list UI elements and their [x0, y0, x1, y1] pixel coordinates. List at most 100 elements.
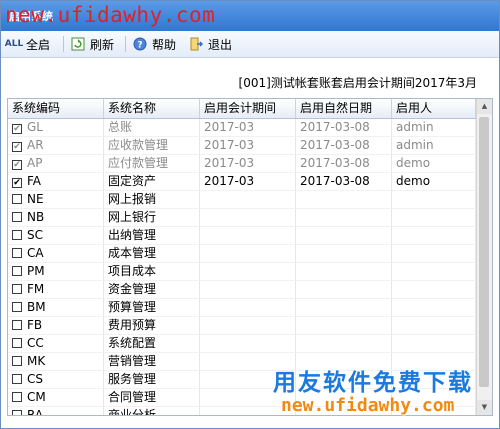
system-code-text: CA [27, 246, 44, 260]
cell-date [296, 281, 392, 298]
cell-date [296, 191, 392, 208]
table-row[interactable]: FB 费用预算 [8, 317, 476, 335]
refresh-label: 刷新 [90, 37, 115, 52]
enable-checkbox[interactable] [12, 338, 22, 348]
cell-period: 2017-03 [200, 155, 296, 172]
enable-checkbox[interactable] [12, 212, 22, 222]
table-row[interactable]: NB 网上银行 [8, 209, 476, 227]
system-code-text: MK [27, 354, 46, 368]
header-enable-date[interactable]: 启用自然日期 [296, 99, 392, 118]
header-enable-user[interactable]: 启用人 [392, 99, 476, 118]
cell-user [392, 191, 476, 208]
cell-code: BM [8, 299, 104, 316]
watermark-top-url: new.ufidawhy.com [5, 3, 216, 27]
cell-code: MK [8, 353, 104, 370]
cell-code: SC [8, 227, 104, 244]
svg-text:?: ? [137, 41, 142, 51]
system-code-text: RA [27, 408, 44, 416]
cell-code: RA [8, 407, 104, 416]
table-row[interactable]: BM 预算管理 [8, 299, 476, 317]
system-code-text: SC [27, 228, 43, 242]
scroll-down-arrow-icon[interactable]: ▼ [477, 400, 492, 415]
cell-name: 总账 [104, 119, 200, 136]
exit-button[interactable]: 退出 [189, 35, 232, 53]
cell-name: 应付款管理 [104, 155, 200, 172]
cell-period [200, 335, 296, 352]
cell-date: 2017-03-08 [296, 119, 392, 136]
select-all-button[interactable]: ALL 全启 [5, 35, 50, 53]
table-row[interactable]: FM 资金管理 [8, 281, 476, 299]
cell-name: 出纳管理 [104, 227, 200, 244]
cell-code: NE [8, 191, 104, 208]
cell-name: 项目成本 [104, 263, 200, 280]
cell-code: CA [8, 245, 104, 262]
cell-code: PM [8, 263, 104, 280]
cell-user [392, 281, 476, 298]
enable-checkbox[interactable] [12, 124, 22, 134]
enable-checkbox[interactable] [12, 248, 22, 258]
cell-name: 商业分析 [104, 407, 200, 415]
enable-checkbox[interactable] [12, 392, 22, 402]
period-info: [001]测试帐套账套启用会计期间2017年3月 [238, 76, 477, 90]
scrollbar-thumb[interactable] [479, 117, 489, 387]
cell-name: 系统配置 [104, 335, 200, 352]
enable-checkbox[interactable] [12, 230, 22, 240]
exit-icon [189, 37, 203, 51]
system-enable-window: 启用系统 new.ufidawhy.com ALL 全启 刷新 ? 帮助 退出 [0, 0, 500, 429]
enable-checkbox[interactable] [12, 374, 22, 384]
watermark-bottom-cn: 用友软件免费下载 [273, 370, 473, 396]
cell-code: FM [8, 281, 104, 298]
enable-checkbox[interactable] [12, 356, 22, 366]
cell-name: 预算管理 [104, 299, 200, 316]
enable-checkbox[interactable] [12, 160, 22, 170]
refresh-button[interactable]: 刷新 [71, 35, 114, 53]
vertical-scrollbar[interactable]: ▲ ▼ [476, 99, 492, 415]
help-icon: ? [133, 37, 147, 51]
enable-checkbox[interactable] [12, 320, 22, 330]
refresh-icon [71, 37, 85, 51]
system-code-text: GL [27, 120, 43, 134]
system-code-text: PM [27, 264, 45, 278]
enable-checkbox[interactable] [12, 302, 22, 312]
enable-checkbox[interactable] [12, 410, 22, 415]
cell-code: FB [8, 317, 104, 334]
system-code-text: FM [27, 282, 45, 296]
enable-checkbox[interactable] [12, 284, 22, 294]
cell-code: AR [8, 137, 104, 154]
table-row[interactable]: AP 应付款管理2017-032017-03-08demo [8, 155, 476, 173]
enable-checkbox[interactable] [12, 194, 22, 204]
toolbar-separator [125, 36, 126, 52]
cell-name: 费用预算 [104, 317, 200, 334]
cell-name: 应收款管理 [104, 137, 200, 154]
table-row[interactable]: AR 应收款管理2017-032017-03-08admin [8, 137, 476, 155]
table-row[interactable]: CC 系统配置 [8, 335, 476, 353]
scroll-up-arrow-icon[interactable]: ▲ [477, 99, 492, 114]
help-button[interactable]: ? 帮助 [133, 35, 176, 53]
cell-name: 服务管理 [104, 371, 200, 388]
cell-period: 2017-03 [200, 137, 296, 154]
cell-date [296, 209, 392, 226]
cell-user: admin [392, 137, 476, 154]
header-system-code[interactable]: 系统编码 [8, 99, 104, 118]
enable-checkbox[interactable] [12, 178, 22, 188]
table-row[interactable]: SC 出纳管理 [8, 227, 476, 245]
enable-checkbox[interactable] [12, 142, 22, 152]
header-enable-period[interactable]: 启用会计期间 [200, 99, 296, 118]
cell-name: 成本管理 [104, 245, 200, 262]
system-code-text: CS [27, 372, 43, 386]
header-system-name[interactable]: 系统名称 [104, 99, 200, 118]
title-bar[interactable]: 启用系统 new.ufidawhy.com [1, 1, 499, 31]
cell-code: GL [8, 119, 104, 136]
enable-checkbox[interactable] [12, 266, 22, 276]
cell-user [392, 335, 476, 352]
system-code-text: AP [27, 156, 43, 170]
table-row[interactable]: CA 成本管理 [8, 245, 476, 263]
table-row[interactable]: GL 总账2017-032017-03-08admin [8, 119, 476, 137]
exit-label: 退出 [208, 37, 233, 52]
cell-period: 2017-03 [200, 173, 296, 190]
cell-period [200, 317, 296, 334]
table-row[interactable]: FA 固定资产2017-032017-03-08demo [8, 173, 476, 191]
table-row[interactable]: NE 网上报销 [8, 191, 476, 209]
cell-name: 固定资产 [104, 173, 200, 190]
table-row[interactable]: PM 项目成本 [8, 263, 476, 281]
